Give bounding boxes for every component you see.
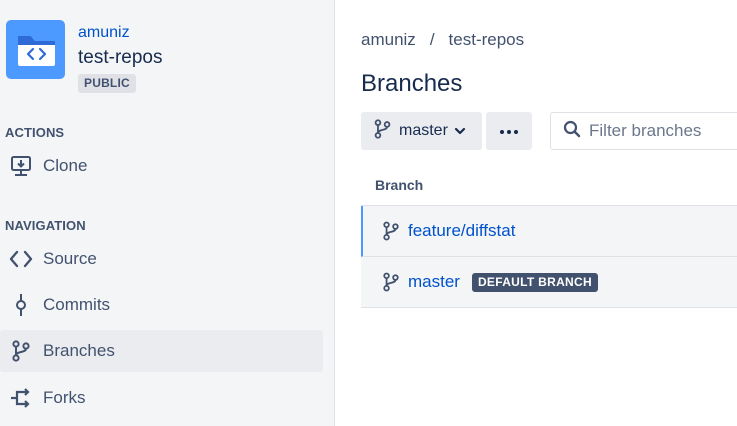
branch-link[interactable]: master [408,272,460,292]
sidebar-item-label: Branches [43,341,115,360]
breadcrumb: amuniz / test-repos [361,30,524,50]
chevron-down-icon [454,122,466,140]
code-icon [9,247,33,271]
branch-icon [374,118,391,144]
column-header-branch: Branch [375,177,424,193]
more-actions-button[interactable] [486,112,532,150]
sidebar-item-commits[interactable]: Commits [0,284,323,326]
sidebar-item-clone[interactable]: Clone [0,145,323,187]
branch-selector-button[interactable]: master [361,112,482,150]
breadcrumb-owner-link[interactable]: amuniz [361,30,416,50]
sidebar-item-label: Commits [43,295,111,314]
branch-link[interactable]: feature/diffstat [408,221,515,241]
more-icon [499,122,519,140]
default-branch-badge: DEFAULT BRANCH [471,272,598,292]
navigation-heading: NAVIGATION [5,218,86,233]
branch-icon [9,339,33,363]
repo-owner-link[interactable]: amuniz [78,24,130,42]
visibility-badge: PUBLIC [78,74,136,93]
fork-icon [9,386,33,410]
sidebar: amuniz test-repos PUBLIC ACTIONS Clone N… [0,0,335,426]
repo-name: test-repos [78,47,163,68]
commit-icon [9,293,33,317]
sidebar-item-branches[interactable]: Branches [0,330,323,372]
search-icon [563,120,581,143]
branch-selector-label: master [399,122,448,139]
branch-icon [381,271,401,293]
sidebar-item-label: Forks [43,388,86,407]
sidebar-item-label: Clone [43,156,88,175]
code-folder-icon [18,36,55,66]
clone-icon [9,154,33,178]
actions-heading: ACTIONS [5,125,65,140]
filter-branches-field[interactable] [550,112,737,150]
sidebar-item-source[interactable]: Source [0,238,323,280]
page-title: Branches [361,70,463,97]
branch-icon [381,220,401,242]
table-row[interactable]: feature/diffstat [361,206,737,257]
sidebar-item-forks[interactable]: Forks [0,377,323,419]
sidebar-item-label: Source [43,249,97,268]
table-row[interactable]: master DEFAULT BRANCH [361,257,737,308]
filter-branches-input[interactable] [589,121,737,141]
repo-avatar[interactable] [6,20,65,79]
breadcrumb-repo-link[interactable]: test-repos [449,30,525,50]
breadcrumb-separator: / [429,30,435,49]
